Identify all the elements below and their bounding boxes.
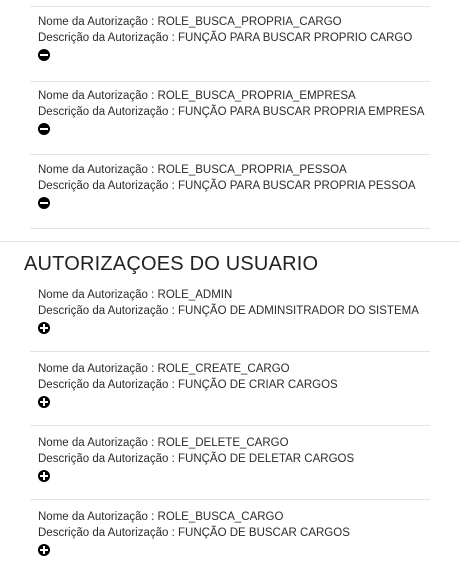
authorization-description: Descrição da Autorização : FUNÇÃO DE ADM… — [38, 305, 419, 317]
authorization-name: Nome da Autorização : ROLE_DELETE_CARGO — [38, 437, 289, 449]
list-divider — [30, 499, 430, 500]
add-circle-icon[interactable] — [38, 322, 50, 334]
list-item: Nome da Autorização : ROLE_BUSCA_PROPRIA… — [0, 88, 474, 162]
list-divider — [30, 425, 430, 426]
list-divider — [30, 228, 430, 229]
add-circle-icon[interactable] — [38, 396, 50, 408]
remove-circle-icon[interactable] — [38, 197, 50, 209]
list-divider — [30, 6, 430, 7]
authorization-name: Nome da Autorização : ROLE_CREATE_CARGO — [38, 363, 290, 375]
authorization-description: Descrição da Autorização : FUNÇÃO DE BUS… — [38, 527, 350, 539]
authorization-name: Nome da Autorização : ROLE_BUSCA_CARGO — [38, 511, 284, 523]
authorization-name: Nome da Autorização : ROLE_ADMIN — [38, 289, 233, 301]
add-circle-icon[interactable] — [38, 544, 50, 556]
list-divider — [30, 81, 430, 82]
authorization-description: Descrição da Autorização : FUNÇÃO PARA B… — [38, 106, 425, 118]
list-item: Nome da Autorização : ROLE_BUSCA_PROPRIA… — [0, 162, 474, 236]
remove-circle-icon[interactable] — [38, 49, 50, 61]
list-item: Nome da Autorização : ROLE_DELETE_CARGO … — [0, 435, 474, 509]
add-circle-icon[interactable] — [38, 470, 50, 482]
section-title: AUTORIZAÇOES DO USUARIO — [24, 253, 319, 275]
list-divider — [30, 351, 430, 352]
list-item: Nome da Autorização : ROLE_BUSCA_PROPRIA… — [0, 14, 474, 88]
user-authorizations-list: Nome da Autorização : ROLE_ADMIN Descriç… — [0, 287, 474, 583]
current-authorizations-list: Nome da Autorização : ROLE_BUSCA_PROPRIA… — [0, 14, 474, 236]
authorization-name: Nome da Autorização : ROLE_BUSCA_PROPRIA… — [38, 16, 342, 28]
authorization-name: Nome da Autorização : ROLE_BUSCA_PROPRIA… — [38, 164, 347, 176]
list-item: Nome da Autorização : ROLE_CREATE_CARGO … — [0, 361, 474, 435]
authorization-description: Descrição da Autorização : FUNÇÃO PARA B… — [38, 180, 416, 192]
list-divider — [30, 154, 430, 155]
authorization-name: Nome da Autorização : ROLE_BUSCA_PROPRIA… — [38, 90, 356, 102]
section-divider — [0, 241, 460, 242]
remove-circle-icon[interactable] — [38, 123, 50, 135]
authorization-description: Descrição da Autorização : FUNÇÃO DE DEL… — [38, 453, 355, 465]
authorization-description: Descrição da Autorização : FUNÇÃO DE CRI… — [38, 379, 338, 391]
authorization-description: Descrição da Autorização : FUNÇÃO PARA B… — [38, 32, 413, 44]
list-item: Nome da Autorização : ROLE_ADMIN Descriç… — [0, 287, 474, 361]
